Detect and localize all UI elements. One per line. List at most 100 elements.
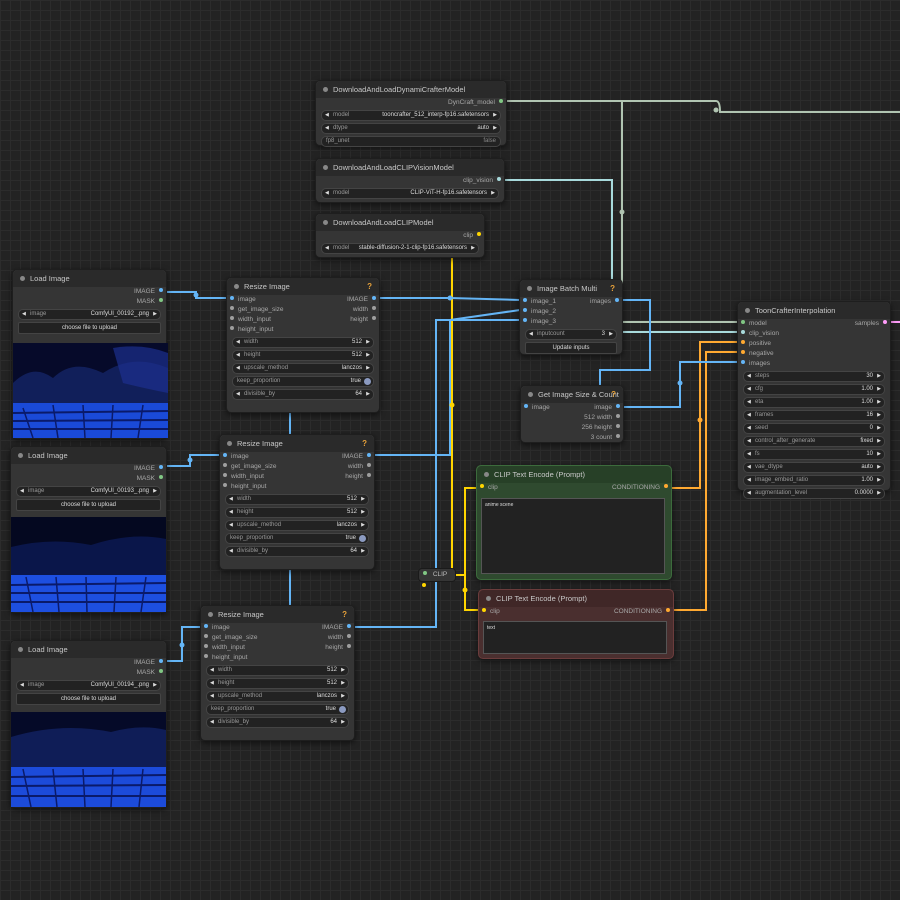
output-slot-model[interactable]: DynCraft_model bbox=[448, 98, 503, 108]
slot-dot-icon[interactable] bbox=[499, 99, 503, 104]
keep-proportion-toggle[interactable]: keep_proportion true bbox=[225, 533, 369, 544]
arrow-right-icon[interactable]: ▶ bbox=[471, 244, 475, 253]
output-slot-mask[interactable]: MASK bbox=[137, 297, 163, 307]
arrow-left-icon[interactable]: ◀ bbox=[20, 487, 24, 496]
collapse-dot-icon[interactable] bbox=[234, 283, 239, 289]
model-combo[interactable]: ◀ model tooncrafter_512_interp-fp16.safete… bbox=[321, 110, 501, 121]
arrow-left-icon[interactable]: ◀ bbox=[747, 385, 751, 394]
collapse-dot-icon[interactable] bbox=[323, 164, 328, 170]
slot-dot-icon[interactable] bbox=[741, 340, 745, 345]
arrow-left-icon[interactable]: ◀ bbox=[236, 390, 240, 399]
slot-dot-icon[interactable] bbox=[347, 644, 351, 649]
help-icon[interactable]: ? bbox=[367, 278, 372, 295]
slot-dot-icon[interactable] bbox=[230, 326, 234, 331]
reroute-node-clip[interactable]: CLIP bbox=[418, 568, 456, 588]
output-slot-width[interactable]: width bbox=[348, 462, 371, 472]
slot-dot-icon[interactable] bbox=[367, 473, 371, 478]
slot-dot-icon[interactable] bbox=[372, 306, 376, 311]
slot-dot-icon[interactable] bbox=[204, 634, 208, 639]
prompt-textarea[interactable]: text bbox=[483, 621, 667, 654]
cfg-number[interactable]: ◀ cfg 1.00 ▶ bbox=[743, 384, 885, 395]
help-icon[interactable]: ? bbox=[342, 606, 347, 623]
toggle-icon[interactable] bbox=[339, 706, 346, 713]
arrow-right-icon[interactable]: ▶ bbox=[153, 487, 157, 496]
seed-number[interactable]: ◀ seed 0 ▶ bbox=[743, 423, 885, 434]
arrow-left-icon[interactable]: ◀ bbox=[229, 495, 233, 504]
slot-dot-icon[interactable] bbox=[616, 404, 620, 409]
arrow-left-icon[interactable]: ◀ bbox=[325, 111, 329, 120]
node-get-image-size-count[interactable]: Get Image Size & Count? image image 512 w… bbox=[520, 385, 624, 443]
output-slot-clip[interactable]: clip bbox=[463, 231, 481, 241]
arrow-right-icon[interactable]: ▶ bbox=[877, 424, 881, 433]
slot-dot-icon[interactable] bbox=[367, 453, 371, 458]
prompt-textarea[interactable]: anime scene bbox=[481, 498, 665, 574]
node-title[interactable]: Image Batch Multi? bbox=[520, 280, 622, 297]
slot-dot-icon[interactable] bbox=[666, 608, 670, 613]
arrow-right-icon[interactable]: ▶ bbox=[153, 310, 157, 319]
node-title[interactable]: DownloadAndLoadCLIPVisionModel bbox=[316, 159, 504, 176]
arrow-right-icon[interactable]: ▶ bbox=[493, 124, 497, 133]
arrow-left-icon[interactable]: ◀ bbox=[325, 244, 329, 253]
input-slot-width[interactable]: width_input bbox=[223, 472, 264, 482]
slot-dot-icon[interactable] bbox=[204, 644, 208, 649]
input-slot-image[interactable]: image bbox=[524, 403, 550, 413]
fp8-unet-toggle[interactable]: fp8_unet false bbox=[321, 136, 501, 147]
divisible-by-number[interactable]: ◀ divisible_by 64 ▶ bbox=[206, 717, 349, 728]
node-title[interactable]: Resize Image? bbox=[201, 606, 354, 623]
slot-dot-icon[interactable] bbox=[367, 463, 371, 468]
arrow-left-icon[interactable]: ◀ bbox=[210, 666, 214, 675]
node-clip-text-encode-positive[interactable]: CLIP Text Encode (Prompt) clip CONDITIONI… bbox=[476, 465, 672, 580]
slot-dot-icon[interactable] bbox=[347, 634, 351, 639]
output-slot-clip-vision[interactable]: clip_vision bbox=[463, 176, 501, 186]
frames-number[interactable]: ◀ frames 16 ▶ bbox=[743, 410, 885, 421]
slot-dot-icon[interactable] bbox=[204, 624, 208, 629]
slot-dot-icon[interactable] bbox=[741, 330, 745, 335]
output-slot-width[interactable]: width bbox=[328, 633, 351, 643]
arrow-right-icon[interactable]: ▶ bbox=[877, 450, 881, 459]
node-load-image-3[interactable]: Load Image IMAGE MASK ◀ image ComfyUI_0019… bbox=[10, 640, 167, 808]
slot-dot-icon[interactable] bbox=[347, 624, 351, 629]
input-slot-get-size[interactable]: get_image_size bbox=[230, 305, 284, 315]
output-slot-height[interactable]: height bbox=[325, 643, 351, 653]
input-slot-image[interactable]: image bbox=[223, 452, 249, 462]
slot-dot-icon[interactable] bbox=[223, 453, 227, 458]
input-slot-width[interactable]: width_input bbox=[204, 643, 245, 653]
slot-dot-icon[interactable] bbox=[159, 465, 163, 470]
arrow-left-icon[interactable]: ◀ bbox=[229, 521, 233, 530]
arrow-right-icon[interactable]: ▶ bbox=[877, 372, 881, 381]
arrow-left-icon[interactable]: ◀ bbox=[210, 692, 214, 701]
slot-dot-icon[interactable] bbox=[230, 316, 234, 321]
node-title[interactable]: Load Image bbox=[13, 270, 166, 287]
arrow-left-icon[interactable]: ◀ bbox=[747, 424, 751, 433]
arrow-left-icon[interactable]: ◀ bbox=[210, 718, 214, 727]
slot-dot-icon[interactable] bbox=[223, 473, 227, 478]
arrow-right-icon[interactable]: ▶ bbox=[341, 692, 345, 701]
arrow-right-icon[interactable]: ▶ bbox=[877, 411, 881, 420]
output-slot-samples[interactable]: samples bbox=[855, 319, 887, 329]
output-slot-height[interactable]: 256 height bbox=[582, 423, 620, 433]
arrow-left-icon[interactable]: ◀ bbox=[747, 372, 751, 381]
node-resize-image-1[interactable]: Resize Image? image IMAGE get_image_size w… bbox=[226, 277, 380, 413]
arrow-right-icon[interactable]: ▶ bbox=[341, 679, 345, 688]
output-slot-width[interactable]: width bbox=[353, 305, 376, 315]
input-slot-clip-vision[interactable]: clip_vision bbox=[741, 329, 779, 339]
collapse-dot-icon[interactable] bbox=[745, 307, 750, 313]
node-dynamicrafter-loader[interactable]: DownloadAndLoadDynamiCrafterModel DynCra… bbox=[315, 80, 507, 147]
output-slot-mask[interactable]: MASK bbox=[137, 474, 163, 484]
slot-dot-icon[interactable] bbox=[422, 583, 426, 588]
arrow-right-icon[interactable]: ▶ bbox=[341, 666, 345, 675]
slot-dot-icon[interactable] bbox=[159, 669, 163, 674]
node-title[interactable]: ToonCrafterInterpolation bbox=[738, 302, 890, 319]
arrow-left-icon[interactable]: ◀ bbox=[325, 189, 329, 198]
arrow-right-icon[interactable]: ▶ bbox=[366, 390, 370, 399]
upload-button[interactable]: choose file to upload bbox=[16, 499, 161, 511]
node-resize-image-2[interactable]: Resize Image? image IMAGE get_image_size w… bbox=[219, 434, 375, 570]
arrow-right-icon[interactable]: ▶ bbox=[877, 385, 881, 394]
slot-dot-icon[interactable] bbox=[523, 298, 527, 303]
input-slot-image-3[interactable]: image_3 bbox=[523, 317, 556, 327]
collapse-dot-icon[interactable] bbox=[208, 611, 213, 617]
collapse-dot-icon[interactable] bbox=[18, 452, 23, 458]
input-slot-model[interactable]: model bbox=[741, 319, 767, 329]
collapse-dot-icon[interactable] bbox=[323, 219, 328, 225]
input-slot-positive[interactable]: positive bbox=[741, 339, 771, 349]
